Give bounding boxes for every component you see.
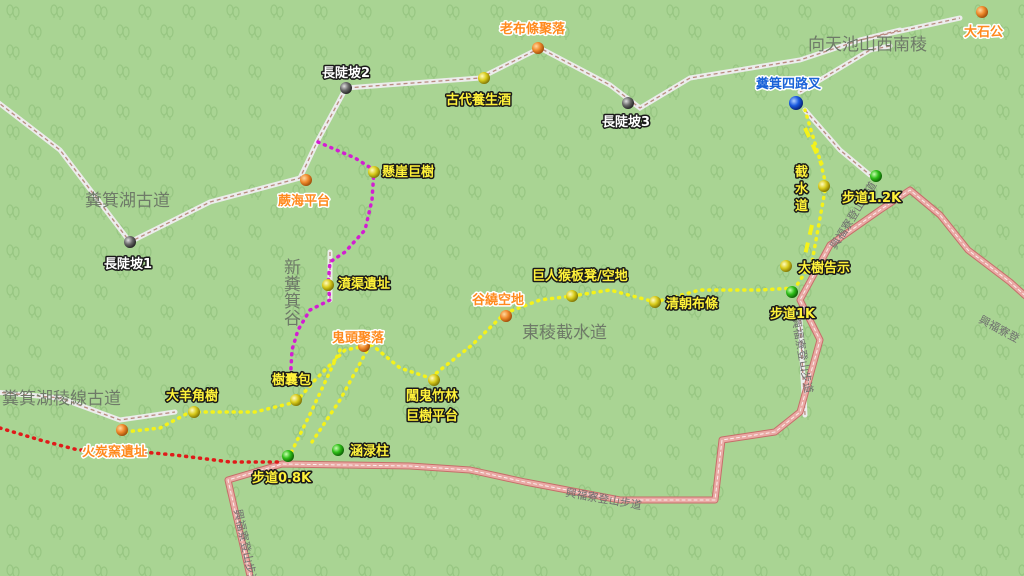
blue-pin-icon[interactable] [789, 96, 803, 110]
gray-pin-icon[interactable] [622, 97, 634, 109]
marker-label: 步道0.8K [252, 470, 312, 486]
area-xiang-tian-chi: 向天池山西南稜 [808, 35, 927, 55]
marker-label: 長陡坡2 [322, 65, 370, 81]
area-xin-ji-ji-gu: 新糞箕谷 [280, 258, 301, 326]
trail-map: 向天池山西南稜 糞箕湖古道 新糞箕谷 糞箕湖稜線古道 東稜截水道 興福寮登山步道… [0, 0, 1024, 576]
marker-label-line-3: 道 [795, 198, 808, 214]
green-pin-icon[interactable] [282, 450, 294, 462]
yellow-pin-icon[interactable] [566, 290, 578, 302]
yellow-pin-icon[interactable] [818, 180, 830, 192]
orange-pin-icon[interactable] [976, 6, 988, 18]
marker-label: 谷繞空地 [472, 292, 524, 308]
area-dong-ling: 東稜截水道 [522, 323, 607, 343]
marker-label: 濆渠遺址 [338, 276, 390, 292]
green-pin-icon[interactable] [786, 286, 798, 298]
gray-pin-icon[interactable] [340, 82, 352, 94]
marker-label: 涵渌柱 [350, 443, 389, 459]
marker-label: 火炭窯遺址 [82, 444, 147, 460]
yellow-pin-icon[interactable] [780, 260, 792, 272]
marker-label: 步道1.2K [842, 190, 902, 206]
marker-label: 大樹告示 [798, 260, 850, 276]
marker-label: 樹囊包 [272, 372, 311, 388]
marker-label: 長陡坡3 [602, 114, 650, 130]
marker-label-line-1: 截 [795, 164, 808, 180]
area-ji-ji-hu-old-road: 糞箕湖古道 [85, 191, 170, 211]
marker-label-line-1: 闖鬼竹林 [406, 388, 458, 404]
marker-label: 蕨海平台 [278, 193, 330, 209]
marker-label: 長陡坡1 [104, 256, 152, 272]
forest-pattern [0, 0, 1024, 576]
yellow-pin-icon[interactable] [322, 279, 334, 291]
marker-label: 步道1K [770, 306, 816, 322]
yellow-pin-icon[interactable] [290, 394, 302, 406]
marker-label: 鬼頭聚落 [332, 330, 385, 346]
yellow-pin-icon[interactable] [188, 406, 200, 418]
marker-label: 大羊角樹 [166, 388, 218, 404]
marker-label: 懸崖巨樹 [382, 164, 434, 180]
marker-label: 古代養生酒 [446, 92, 511, 108]
marker-label: 清朝布條 [666, 296, 718, 312]
yellow-pin-icon[interactable] [428, 374, 440, 386]
marker-label: 巨人猴板凳/空地 [532, 268, 628, 284]
marker-label-line-2: 水 [795, 181, 809, 197]
green-pin-icon[interactable] [332, 444, 344, 456]
marker-label: 大石公 [964, 24, 1003, 40]
orange-pin-icon[interactable] [532, 42, 544, 54]
yellow-pin-icon[interactable] [649, 296, 661, 308]
green-pin-icon[interactable] [870, 170, 882, 182]
gray-pin-icon[interactable] [124, 236, 136, 248]
orange-pin-icon[interactable] [500, 310, 512, 322]
orange-pin-icon[interactable] [116, 424, 128, 436]
orange-pin-icon[interactable] [300, 174, 312, 186]
marker-label: 糞箕四路叉 [755, 76, 822, 92]
marker-label-line-2: 巨樹平台 [406, 408, 458, 424]
yellow-pin-icon[interactable] [478, 72, 490, 84]
yellow-pin-icon[interactable] [368, 166, 380, 178]
area-ji-ji-hu-ridge-road: 糞箕湖稜線古道 [2, 389, 121, 409]
marker-label: 老布條聚落 [499, 21, 566, 37]
